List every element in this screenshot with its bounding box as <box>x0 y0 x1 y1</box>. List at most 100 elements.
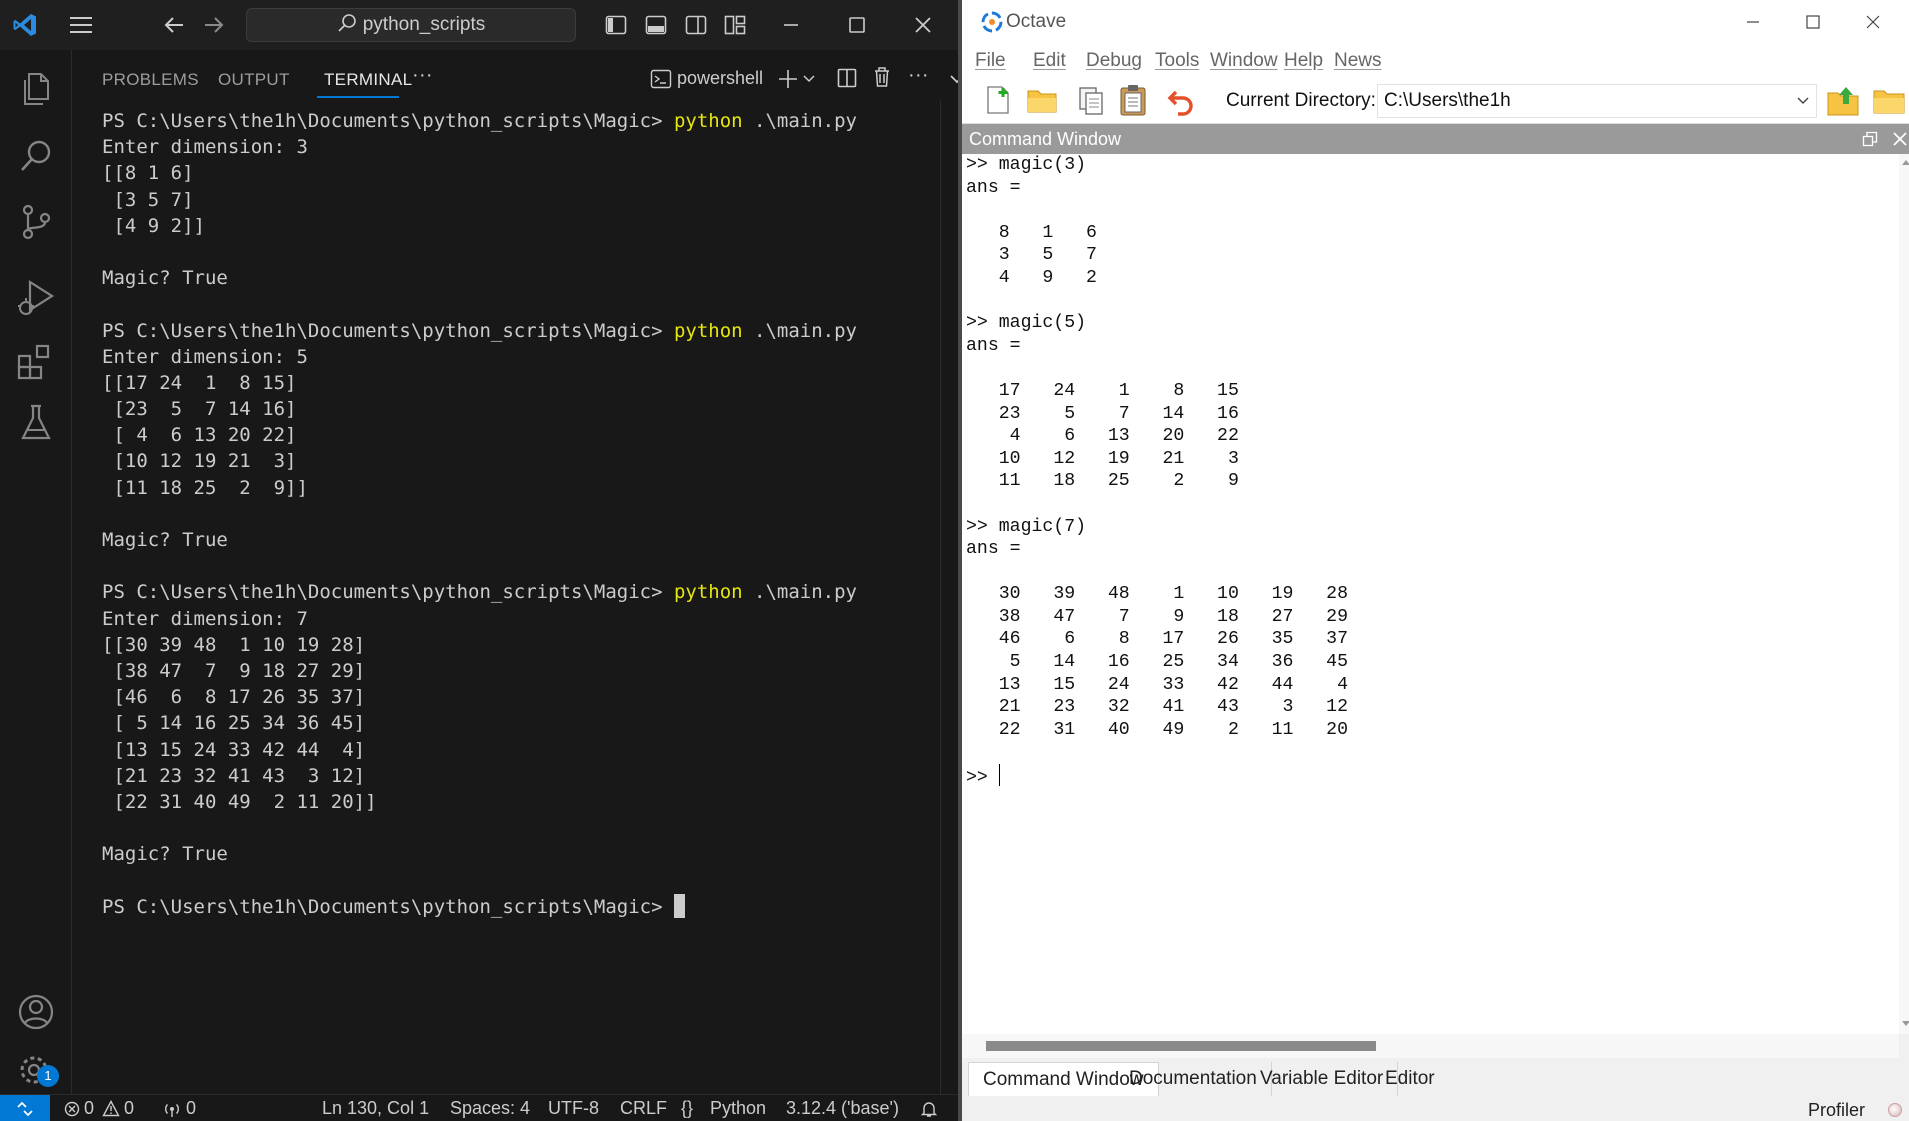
vscode-window: python_scripts 1 PROBLEMS OUTPUT TERMINA… <box>0 0 1005 1121</box>
encoding[interactable]: UTF-8 <box>548 1098 599 1119</box>
profiler-label[interactable]: Profiler <box>1808 1100 1865 1121</box>
terminal-text: [10 12 19 21 3] <box>102 450 297 473</box>
horizontal-scrollbar[interactable] <box>962 1034 1899 1058</box>
split-terminal-icon[interactable] <box>836 67 858 89</box>
chevron-down-icon[interactable] <box>802 72 816 86</box>
console-line: 30 39 48 1 10 19 28 <box>966 584 1348 605</box>
menu-window[interactable]: Window <box>1210 50 1278 72</box>
terminal-text: Enter dimension: 5 <box>102 345 308 368</box>
language-brace-icon[interactable]: {} <box>681 1098 693 1119</box>
search-icon[interactable] <box>14 134 58 178</box>
new-terminal-plus-icon[interactable] <box>777 68 799 90</box>
console-prompt: >> <box>966 768 999 789</box>
indentation[interactable]: Spaces: 4 <box>450 1098 530 1119</box>
trash-kill-terminal-icon[interactable] <box>871 66 893 88</box>
terminal-more-button[interactable]: ··· <box>908 64 929 87</box>
terminal-name[interactable]: powershell <box>677 68 763 89</box>
tab-terminal[interactable]: TERMINAL <box>324 70 412 90</box>
close-icon[interactable] <box>1864 13 1882 31</box>
menu-debug[interactable]: Debug <box>1086 50 1142 72</box>
command-center-search[interactable]: python_scripts <box>246 8 576 42</box>
notifications-bell-icon[interactable] <box>920 1100 938 1118</box>
back-arrow-icon[interactable] <box>163 14 185 36</box>
activity-bar: 1 <box>0 50 72 1094</box>
cursor-position[interactable]: Ln 130, Col 1 <box>322 1098 429 1119</box>
console-line: ans = <box>966 335 1021 356</box>
warning-icon[interactable] <box>102 1100 120 1117</box>
toggle-primary-sidebar-icon[interactable] <box>605 14 627 36</box>
hamburger-menu-icon[interactable] <box>68 15 94 35</box>
accounts-icon[interactable] <box>14 990 58 1034</box>
parent-directory-icon[interactable] <box>1826 85 1860 117</box>
undo-icon[interactable] <box>1167 86 1197 116</box>
remote-indicator-button[interactable] <box>0 1095 50 1121</box>
tab-editor[interactable]: Editor <box>1371 1062 1449 1096</box>
terminal-line: [46 6 8 17 26 35 37] <box>102 684 942 710</box>
vertical-scrollbar[interactable] <box>1899 154 1909 1034</box>
minimize-icon[interactable] <box>780 14 802 36</box>
copy-icon[interactable] <box>1076 84 1106 116</box>
console-line: 17 24 1 8 15 <box>966 380 1239 401</box>
panel-more-button[interactable]: ··· <box>412 64 433 87</box>
ports-broadcast-icon[interactable] <box>163 1101 181 1117</box>
tab-problems[interactable]: PROBLEMS <box>102 70 199 90</box>
terminal-line: [4 9 2]] <box>102 213 942 239</box>
maximize-icon[interactable] <box>846 14 868 36</box>
terminal-line: Enter dimension: 5 <box>102 344 942 370</box>
console-line: 21 23 32 41 43 3 12 <box>966 697 1348 718</box>
minimize-icon[interactable] <box>1744 13 1762 31</box>
python-interpreter[interactable]: 3.12.4 ('base') <box>786 1098 899 1119</box>
terminal-line: [[17 24 1 8 15] <box>102 370 942 396</box>
panel-tab-bar: PROBLEMS OUTPUT TERMINAL ··· powershell … <box>72 50 1005 108</box>
terminal-line: PS C:\Users\the1h\Documents\python_scrip… <box>102 108 942 134</box>
terminal-text: Magic? True <box>102 843 228 866</box>
browse-directory-icon[interactable] <box>1872 86 1906 116</box>
ports-count[interactable]: 0 <box>186 1098 196 1119</box>
terminal-text: Enter dimension: 7 <box>102 607 308 630</box>
console-line: 13 15 24 33 42 44 4 <box>966 674 1348 695</box>
close-icon[interactable] <box>912 14 934 36</box>
terminal-line: Magic? True <box>102 265 942 291</box>
scroll-up-arrow-icon[interactable] <box>1901 158 1909 166</box>
toggle-secondary-sidebar-icon[interactable] <box>685 14 707 36</box>
current-directory-label: Current Directory: <box>1226 90 1376 111</box>
end-of-line[interactable]: CRLF <box>620 1098 667 1119</box>
source-control-icon[interactable] <box>14 200 58 244</box>
console-prompt-line[interactable]: >> <box>966 764 1899 789</box>
close-dock-icon[interactable] <box>1892 131 1908 147</box>
profiler-status-indicator <box>1888 1103 1902 1117</box>
toggle-panel-icon[interactable] <box>645 14 667 36</box>
search-icon <box>338 14 356 32</box>
warning-count[interactable]: 0 <box>124 1098 134 1119</box>
paste-clipboard-icon[interactable] <box>1117 83 1149 117</box>
maximize-icon[interactable] <box>1804 13 1822 31</box>
testing-flask-icon[interactable] <box>14 400 58 444</box>
extensions-icon[interactable] <box>14 340 58 384</box>
forward-arrow-icon[interactable] <box>203 14 225 36</box>
terminal-output[interactable]: PS C:\Users\the1h\Documents\python_scrip… <box>102 108 942 1088</box>
run-and-debug-icon[interactable] <box>14 276 58 320</box>
command-window-console[interactable]: >> magic(3) ans = 8 1 6 3 5 7 4 9 2 >> mag… <box>962 154 1899 1034</box>
current-directory-combobox[interactable]: C:\Users\the1h <box>1377 84 1817 118</box>
customize-layout-icon[interactable] <box>724 14 746 36</box>
terminal-line: Magic? True <box>102 841 942 867</box>
open-folder-icon[interactable] <box>1026 85 1058 115</box>
error-count[interactable]: 0 <box>84 1098 94 1119</box>
scroll-down-arrow-icon[interactable] <box>1901 1020 1909 1028</box>
chevron-down-icon[interactable] <box>1796 96 1810 106</box>
menu-edit[interactable]: Edit <box>1033 50 1066 72</box>
explorer-files-icon[interactable] <box>14 66 58 110</box>
menu-help[interactable]: Help <box>1284 50 1323 72</box>
new-script-icon[interactable] <box>982 84 1014 116</box>
tab-output[interactable]: OUTPUT <box>218 70 290 90</box>
menu-news[interactable]: News <box>1334 50 1382 72</box>
horizontal-scroll-thumb[interactable] <box>986 1041 1376 1051</box>
error-icon[interactable] <box>64 1101 80 1117</box>
menu-file[interactable]: File <box>975 50 1006 72</box>
language-mode[interactable]: Python <box>710 1098 766 1119</box>
menu-tools[interactable]: Tools <box>1155 50 1199 72</box>
undock-icon[interactable] <box>1862 131 1878 147</box>
